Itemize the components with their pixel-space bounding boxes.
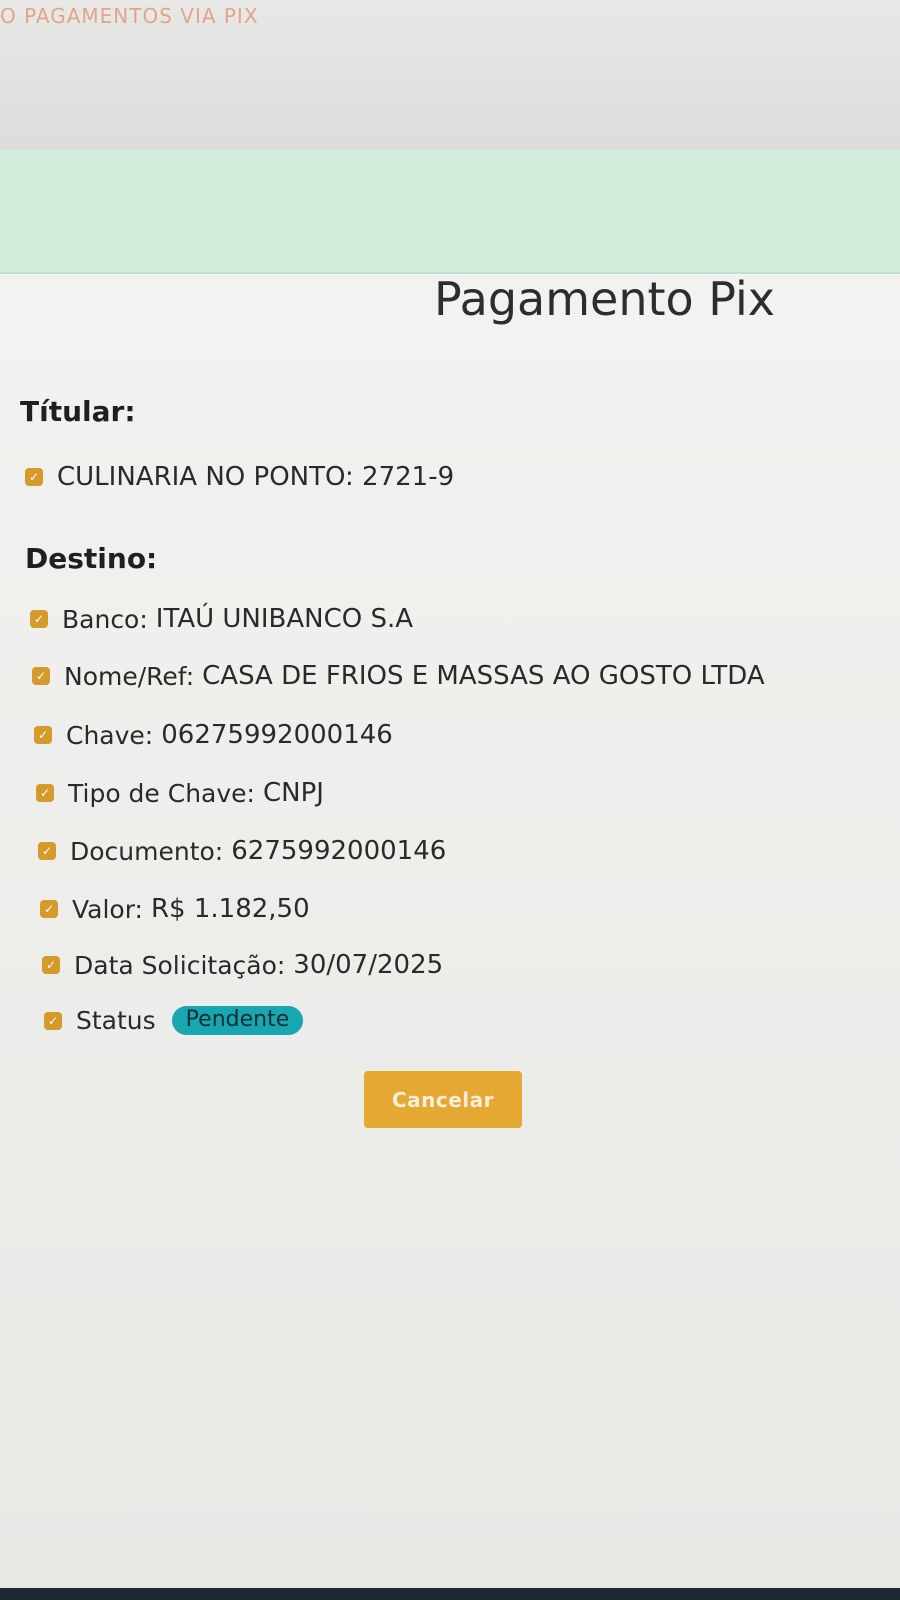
field-row-chave: ✓ Chave: 06275992000146: [34, 720, 393, 750]
check-icon: ✓: [32, 667, 50, 685]
field-value: ITAÚ UNIBANCO S.A: [155, 604, 414, 634]
destino-heading: Destino:: [25, 542, 158, 575]
field-value: CNPJ: [262, 778, 324, 808]
check-icon: ✓: [30, 610, 48, 628]
field-value: CASA DE FRIOS E MASSAS AO GOSTO LTDA: [202, 661, 765, 691]
field-row-tipo-chave: ✓ Tipo de Chave: CNPJ: [36, 778, 324, 808]
titular-value: CULINARIA NO PONTO: 2721-9: [57, 462, 455, 492]
top-band: O PAGAMENTOS VIA PIX: [0, 0, 900, 150]
status-badge: Pendente: [171, 1006, 304, 1035]
check-icon: ✓: [36, 784, 54, 802]
field-label: Data Solicitação:: [74, 950, 286, 980]
titular-row: ✓ CULINARIA NO PONTO: 2721-9: [25, 462, 454, 492]
check-icon: ✓: [34, 726, 52, 744]
field-label: Valor:: [72, 894, 143, 924]
field-label: Banco:: [62, 604, 148, 634]
bottom-edge: [0, 1588, 900, 1600]
field-label: Nome/Ref:: [64, 661, 195, 691]
page-title: Pagamento Pix: [433, 272, 775, 326]
check-icon: ✓: [38, 842, 56, 860]
field-row-documento: ✓ Documento: 6275992000146: [38, 836, 446, 866]
field-row-valor: ✓ Valor: R$ 1.182,50: [40, 894, 310, 924]
field-value: 06275992000146: [161, 720, 393, 750]
check-icon: ✓: [44, 1011, 62, 1030]
status-label: Status: [76, 1006, 156, 1035]
field-value: 6275992000146: [231, 836, 447, 866]
titular-heading: Títular:: [20, 395, 136, 428]
check-icon: ✓: [25, 468, 43, 486]
field-value: R$ 1.182,50: [150, 894, 310, 924]
field-row-data-solicitacao: ✓ Data Solicitação: 30/07/2025: [42, 950, 443, 980]
cancel-button[interactable]: Cancelar: [364, 1071, 522, 1128]
check-icon: ✓: [40, 900, 58, 918]
field-row-nome-ref: ✓ Nome/Ref: CASA DE FRIOS E MASSAS AO GO…: [32, 661, 765, 691]
field-label: Chave:: [66, 720, 154, 750]
field-value: 30/07/2025: [293, 950, 444, 980]
field-label: Documento:: [70, 836, 224, 866]
field-row-status: ✓ Status Pendente: [44, 1006, 304, 1035]
header-title: O PAGAMENTOS VIA PIX: [0, 4, 259, 28]
alert-bar: [0, 150, 900, 274]
field-row-banco: ✓ Banco: ITAÚ UNIBANCO S.A: [30, 604, 413, 634]
field-label: Tipo de Chave:: [68, 778, 255, 808]
check-icon: ✓: [42, 956, 60, 974]
